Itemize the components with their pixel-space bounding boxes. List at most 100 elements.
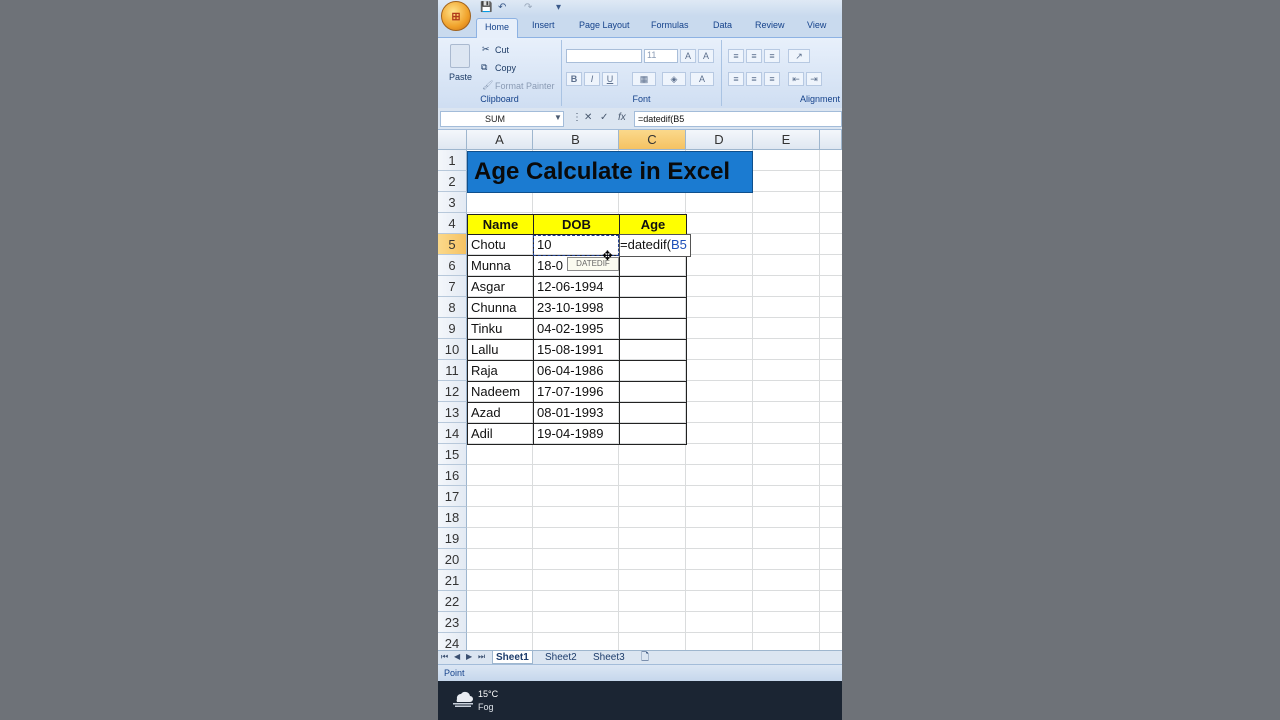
tab-view[interactable]: View [807, 20, 826, 30]
row-header-19[interactable]: 19 [438, 528, 467, 549]
redo-icon[interactable]: ↷ [524, 2, 532, 13]
dob-cell[interactable]: 23-10-1998 [533, 298, 620, 319]
header-age-cell[interactable]: Age [619, 214, 687, 235]
age-cell[interactable] [619, 256, 687, 277]
cut-button[interactable]: Cut [495, 45, 509, 55]
shrink-font-icon[interactable]: A [698, 49, 714, 63]
column-header-f[interactable] [820, 130, 842, 150]
row-header-23[interactable]: 23 [438, 612, 467, 633]
row-header-12[interactable]: 12 [438, 381, 467, 402]
save-icon[interactable]: 💾 [480, 2, 492, 13]
column-header-d[interactable]: D [686, 130, 753, 150]
copy-button[interactable]: Copy [495, 63, 516, 73]
row-header-6[interactable]: 6 [438, 255, 467, 276]
row-header-9[interactable]: 9 [438, 318, 467, 339]
row-header-18[interactable]: 18 [438, 507, 467, 528]
borders-icon[interactable]: ▦ [632, 72, 656, 86]
worksheet-grid[interactable]: A B C D E 1 2 3 4 5 6 7 8 9 10 11 12 13 14 15 16 17 18 19 2… [438, 130, 842, 650]
orientation-icon[interactable]: ↗ [788, 49, 810, 63]
row-header-1[interactable]: 1 [438, 150, 467, 171]
sheet-tab-sheet3[interactable]: Sheet3 [590, 651, 628, 664]
header-name-cell[interactable]: Name [467, 214, 534, 235]
row-header-21[interactable]: 21 [438, 570, 467, 591]
font-size-box[interactable]: 11 [644, 49, 678, 63]
age-cell[interactable] [619, 319, 687, 340]
italic-button[interactable]: I [584, 72, 600, 86]
name-cell[interactable]: Lallu [467, 340, 534, 361]
dob-cell[interactable]: 15-08-1991 [533, 340, 620, 361]
align-middle-icon[interactable]: ≡ [746, 49, 762, 63]
header-dob-cell[interactable]: DOB [533, 214, 620, 235]
dob-cell[interactable]: 19-04-1989 [533, 424, 620, 445]
name-cell[interactable]: Asgar [467, 277, 534, 298]
customize-qat-icon[interactable]: ▾ [556, 2, 561, 13]
grow-font-icon[interactable]: A [680, 49, 696, 63]
next-sheet-icon[interactable]: ▶ [466, 652, 472, 661]
column-header-e[interactable]: E [753, 130, 820, 150]
age-cell[interactable] [619, 424, 687, 445]
dob-cell[interactable]: 06-04-1986 [533, 361, 620, 382]
tab-home[interactable]: Home [476, 18, 519, 39]
name-cell[interactable]: Chotu [467, 235, 534, 256]
align-right-icon[interactable]: ≡ [764, 72, 780, 86]
paste-button[interactable]: Paste [449, 72, 472, 82]
row-header-22[interactable]: 22 [438, 591, 467, 612]
font-name-box[interactable] [566, 49, 642, 63]
row-header-10[interactable]: 10 [438, 339, 467, 360]
row-header-24[interactable]: 24 [438, 633, 467, 650]
dob-cell[interactable]: 17-07-1996 [533, 382, 620, 403]
dob-cell[interactable]: 12-06-1994 [533, 277, 620, 298]
row-header-3[interactable]: 3 [438, 192, 467, 213]
font-color-icon[interactable]: A [690, 72, 714, 86]
row-header-14[interactable]: 14 [438, 423, 467, 444]
last-sheet-icon[interactable]: ⏭ [478, 652, 485, 662]
row-header-17[interactable]: 17 [438, 486, 467, 507]
select-all-corner[interactable] [438, 130, 467, 150]
row-header-4[interactable]: 4 [438, 213, 467, 234]
dob-cell[interactable]: 04-02-1995 [533, 319, 620, 340]
row-header-20[interactable]: 20 [438, 549, 467, 570]
paste-icon[interactable] [450, 44, 470, 68]
tab-review[interactable]: Review [755, 20, 785, 30]
weather-temperature[interactable]: 15°C [478, 689, 498, 699]
row-header-7[interactable]: 7 [438, 276, 467, 297]
age-cell[interactable] [619, 298, 687, 319]
formula-input[interactable]: =datedif(B5 [634, 111, 842, 127]
row-header-15[interactable]: 15 [438, 444, 467, 465]
age-cell[interactable] [619, 361, 687, 382]
name-cell[interactable]: Azad [467, 403, 534, 424]
name-cell[interactable]: Tinku [467, 319, 534, 340]
row-header-11[interactable]: 11 [438, 360, 467, 381]
age-cell[interactable] [619, 277, 687, 298]
insert-function-icon[interactable]: fx [618, 112, 626, 123]
title-cell[interactable]: Age Calculate in Excel [467, 151, 753, 193]
age-cell[interactable] [619, 340, 687, 361]
format-painter-button[interactable]: Format Painter [495, 81, 555, 91]
row-header-8[interactable]: 8 [438, 297, 467, 318]
dob-cell[interactable]: 08-01-1993 [533, 403, 620, 424]
row-header-5[interactable]: 5 [438, 234, 467, 255]
age-cell[interactable] [619, 403, 687, 424]
cancel-icon[interactable]: ✕ [584, 112, 592, 123]
sheet-tab-sheet2[interactable]: Sheet2 [542, 651, 580, 664]
name-cell[interactable]: Chunna [467, 298, 534, 319]
row-header-2[interactable]: 2 [438, 171, 467, 192]
name-cell[interactable]: Munna [467, 256, 534, 277]
first-sheet-icon[interactable]: ⏮ [441, 652, 448, 662]
active-edit-cell[interactable]: =datedif(B5 [619, 234, 691, 257]
fill-color-icon[interactable]: ◈ [662, 72, 686, 86]
row-header-13[interactable]: 13 [438, 402, 467, 423]
name-cell[interactable]: Adil [467, 424, 534, 445]
tab-page-layout[interactable]: Page Layout [579, 20, 630, 30]
align-left-icon[interactable]: ≡ [728, 72, 744, 86]
bold-button[interactable]: B [566, 72, 582, 86]
age-cell[interactable] [619, 382, 687, 403]
underline-button[interactable]: U [602, 72, 618, 86]
align-bottom-icon[interactable]: ≡ [764, 49, 780, 63]
undo-icon[interactable]: ↶ [498, 2, 506, 13]
name-cell[interactable]: Nadeem [467, 382, 534, 403]
insert-sheet-icon[interactable]: 🗋 [638, 651, 652, 664]
row-header-16[interactable]: 16 [438, 465, 467, 486]
column-header-b[interactable]: B [533, 130, 619, 150]
align-top-icon[interactable]: ≡ [728, 49, 744, 63]
